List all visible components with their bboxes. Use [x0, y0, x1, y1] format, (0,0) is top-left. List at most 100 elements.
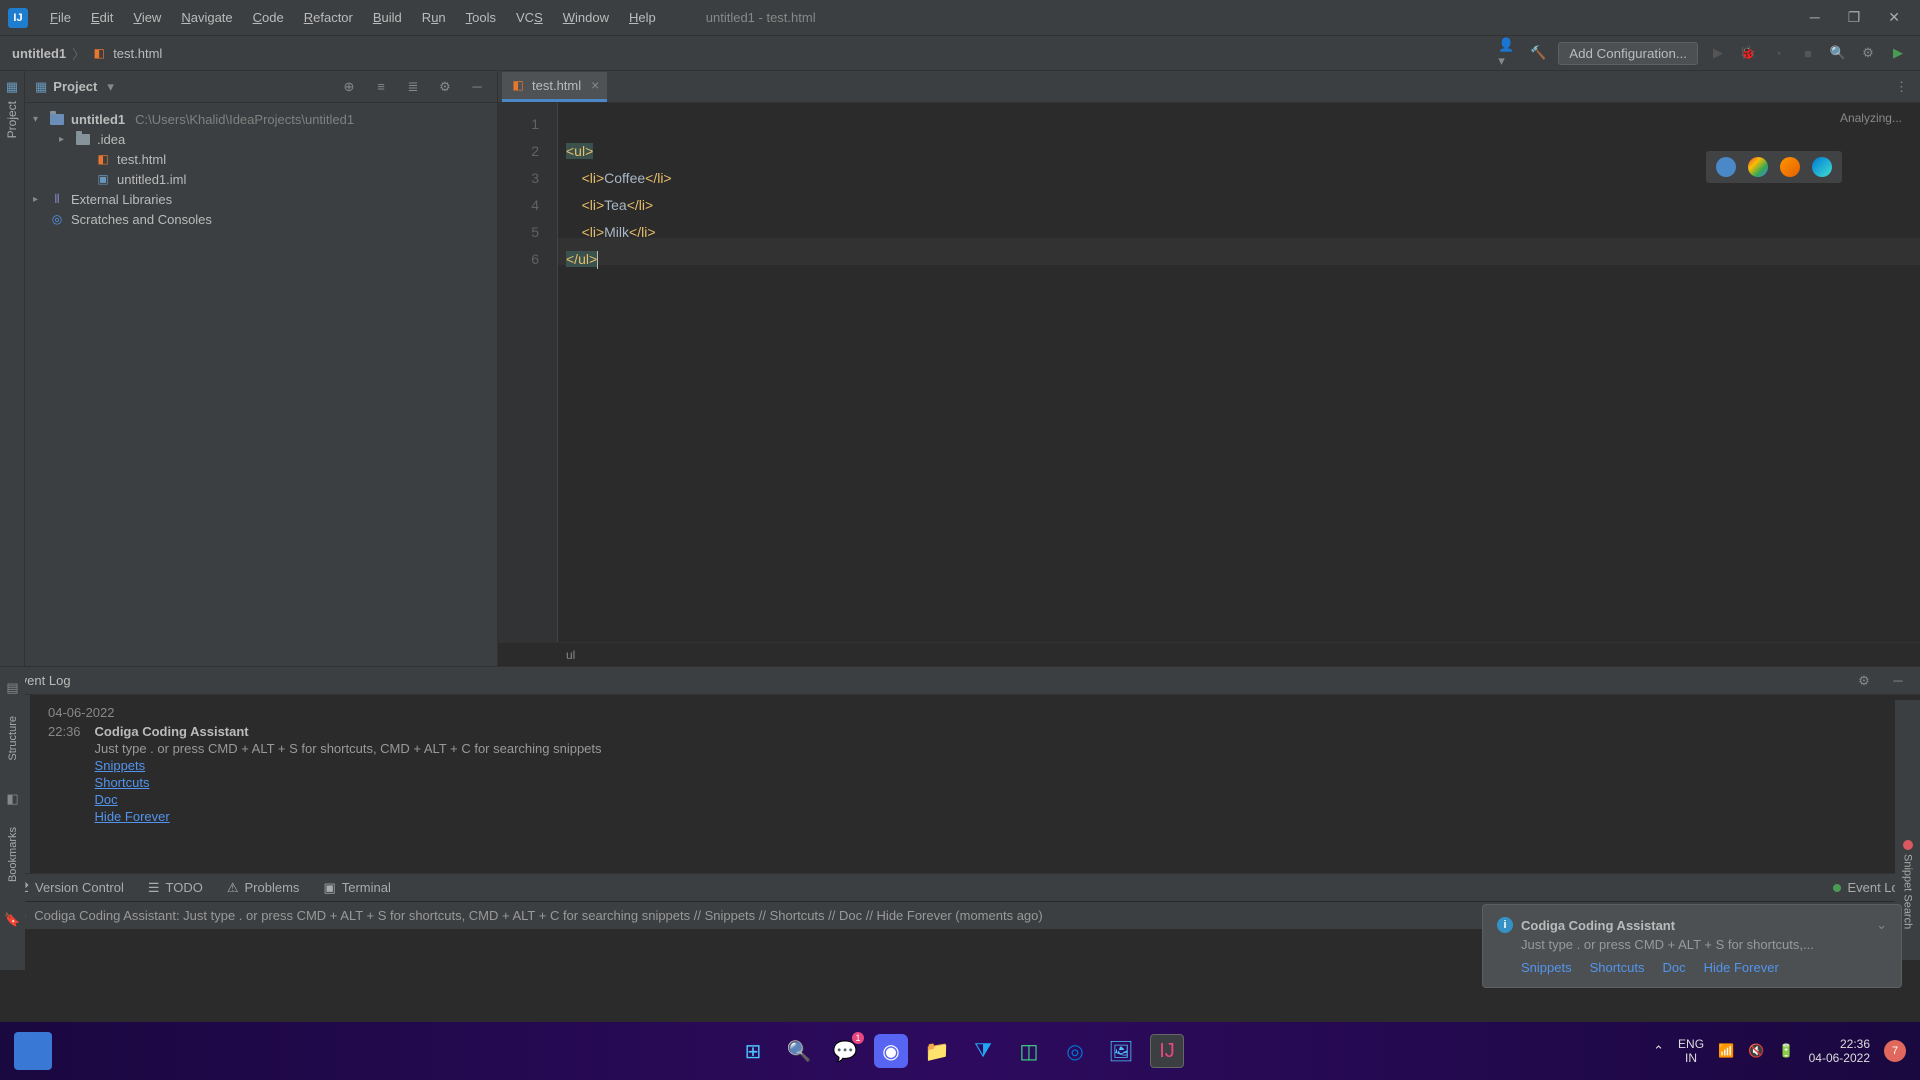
snippet-search-tab[interactable]: Snippet Search — [1902, 854, 1914, 929]
expand-arrow-icon[interactable]: ▸ — [33, 194, 43, 205]
left-side-tool-gutter: ▤ Structure ◧ Bookmarks 🔖 — [0, 670, 25, 970]
settings-gear-icon[interactable]: ⚙ — [435, 77, 455, 97]
menu-window[interactable]: Window — [553, 6, 619, 29]
structure-icon[interactable]: ▤ — [6, 680, 18, 696]
tray-battery-icon[interactable]: 🔋 — [1778, 1043, 1794, 1059]
firefox-browser-icon[interactable] — [1780, 157, 1800, 177]
collapse-all-icon[interactable]: ≣ — [403, 77, 423, 97]
menu-file[interactable]: File — [40, 6, 81, 29]
notification-link-shortcuts[interactable]: Shortcuts — [1590, 960, 1645, 975]
notification-link-doc[interactable]: Doc — [1663, 960, 1686, 975]
chrome-browser-icon[interactable] — [1748, 157, 1768, 177]
menu-refactor[interactable]: Refactor — [294, 6, 363, 29]
chevron-down-icon[interactable]: ▾ — [107, 79, 114, 95]
taskbar-discord-icon[interactable]: ◉ — [874, 1034, 908, 1068]
editor-breadcrumb[interactable]: ul — [498, 642, 1920, 666]
taskbar-intellij-icon[interactable]: IJ — [1150, 1034, 1184, 1068]
settings-gear-icon[interactable]: ⚙ — [1858, 43, 1878, 63]
event-link-snippets[interactable]: Snippets — [95, 758, 1902, 773]
menu-view[interactable]: View — [123, 6, 171, 29]
run-icon[interactable]: ▶ — [1708, 43, 1728, 63]
hammer-build-icon[interactable]: 🔨 — [1528, 43, 1548, 63]
menu-run[interactable]: Run — [412, 6, 456, 29]
bookmark-fill-icon[interactable]: 🔖 — [4, 912, 20, 928]
tray-wifi-icon[interactable]: 📶 — [1718, 1043, 1734, 1059]
project-tool-tab[interactable]: Project — [3, 95, 21, 144]
taskbar-photos-icon[interactable]: 🖼 — [1104, 1034, 1138, 1068]
taskbar-search-icon[interactable]: 🔍 — [782, 1034, 816, 1068]
bookmarks-tool-tab[interactable]: Bookmarks — [7, 823, 19, 886]
problems-tool[interactable]: ⚠ Problems — [227, 880, 300, 896]
event-link-hide[interactable]: Hide Forever — [95, 809, 1902, 824]
coverage-icon[interactable]: ◔ — [1768, 43, 1788, 63]
close-icon[interactable]: ✕ — [1888, 9, 1900, 26]
code-editor[interactable]: 1 2 3 4 5 6 <ul> <li>Coffee</li> <li>Tea… — [498, 103, 1920, 642]
terminal-tool[interactable]: ▣ Terminal — [323, 880, 390, 896]
tab-options-icon[interactable]: ⋮ — [1895, 79, 1920, 95]
collapse-notification-icon[interactable]: ⌄ — [1876, 917, 1887, 933]
todo-tool[interactable]: ☰ TODO — [148, 880, 203, 896]
taskbar-explorer-icon[interactable]: 📁 — [920, 1034, 954, 1068]
tray-overflow-icon[interactable]: ⌃ — [1653, 1043, 1664, 1059]
code-content[interactable]: <ul> <li>Coffee</li> <li>Tea</li> <li>Mi… — [558, 103, 1920, 642]
menu-build[interactable]: Build — [363, 6, 412, 29]
edge-browser-icon[interactable] — [1812, 157, 1832, 177]
settings-gear-icon[interactable]: ⚙ — [1854, 671, 1874, 691]
taskbar-vscode-icon[interactable]: ⧩ — [966, 1034, 1000, 1068]
intellij-browser-icon[interactable] — [1716, 157, 1736, 177]
tray-language[interactable]: ENG IN — [1678, 1037, 1704, 1065]
project-panel-title[interactable]: Project — [53, 79, 97, 94]
tree-external-libraries[interactable]: ▸ ⫴ External Libraries — [25, 189, 497, 209]
menu-vcs[interactable]: VCS — [506, 6, 553, 29]
tray-notification-badge[interactable]: 7 — [1884, 1040, 1906, 1062]
locate-icon[interactable]: ⊕ — [339, 77, 359, 97]
expand-arrow-icon[interactable]: ▾ — [33, 114, 43, 125]
menu-help[interactable]: Help — [619, 6, 666, 29]
menu-code[interactable]: Code — [243, 6, 294, 29]
code-with-me-icon[interactable]: ▶ — [1888, 43, 1908, 63]
menu-edit[interactable]: Edit — [81, 6, 123, 29]
editor-tab-testhtml[interactable]: ◧ test.html × — [502, 72, 607, 102]
expand-arrow-icon[interactable]: ▸ — [59, 134, 69, 145]
tray-volume-icon[interactable]: 🔇 — [1748, 1043, 1764, 1059]
hide-panel-icon[interactable]: ─ — [467, 77, 487, 97]
tree-item-idea[interactable]: ▸ .idea — [25, 129, 497, 149]
bookmarks-icon[interactable]: ◧ — [6, 791, 18, 807]
event-link-doc[interactable]: Doc — [95, 792, 1902, 807]
add-configuration-button[interactable]: Add Configuration... — [1558, 42, 1698, 65]
tree-root-label: untitled1 — [71, 112, 125, 127]
user-icon[interactable]: 👤▾ — [1498, 43, 1518, 63]
expand-all-icon[interactable]: ≡ — [371, 77, 391, 97]
taskbar-edge-icon[interactable]: ◎ — [1058, 1034, 1092, 1068]
structure-tool-tab[interactable]: Structure — [7, 712, 19, 765]
breadcrumb-project[interactable]: untitled1 — [12, 46, 66, 61]
taskbar-chat-icon[interactable]: 💬1 — [828, 1034, 862, 1068]
taskbar-start-icon[interactable]: ⊞ — [736, 1034, 770, 1068]
tree-root[interactable]: ▾ untitled1 C:\Users\Khalid\IdeaProjects… — [25, 109, 497, 129]
snippet-search-icon[interactable] — [1903, 840, 1913, 850]
tree-scratches[interactable]: ▸ ◎ Scratches and Consoles — [25, 209, 497, 229]
debug-icon[interactable]: 🐞 — [1738, 43, 1758, 63]
hide-panel-icon[interactable]: ─ — [1888, 671, 1908, 691]
library-icon: ⫴ — [49, 191, 65, 207]
version-control-tool[interactable]: ⎇ Version Control — [14, 880, 124, 896]
menu-tools[interactable]: Tools — [456, 6, 506, 29]
stop-icon[interactable]: ■ — [1798, 43, 1818, 63]
search-icon[interactable]: 🔍 — [1828, 43, 1848, 63]
breadcrumb-file[interactable]: test.html — [113, 46, 162, 61]
tree-item-iml[interactable]: ▣ untitled1.iml — [25, 169, 497, 189]
close-tab-icon[interactable]: × — [591, 77, 599, 93]
notification-link-snippets[interactable]: Snippets — [1521, 960, 1572, 975]
minimize-icon[interactable]: ─ — [1810, 9, 1820, 26]
start-button[interactable] — [14, 1032, 52, 1070]
notification-link-hide[interactable]: Hide Forever — [1704, 960, 1779, 975]
notification-title: Codiga Coding Assistant — [1521, 918, 1675, 933]
event-link-shortcuts[interactable]: Shortcuts — [95, 775, 1902, 790]
maximize-icon[interactable]: ❐ — [1848, 9, 1861, 26]
tree-item-testhtml[interactable]: ◧ test.html — [25, 149, 497, 169]
menu-navigate[interactable]: Navigate — [171, 6, 242, 29]
taskbar-android-icon[interactable]: ◫ — [1012, 1034, 1046, 1068]
tray-datetime[interactable]: 22:36 04-06-2022 — [1809, 1037, 1870, 1065]
line-number-gutter: 1 2 3 4 5 6 — [498, 103, 558, 642]
project-tool-icon[interactable]: ▦ — [6, 79, 18, 95]
